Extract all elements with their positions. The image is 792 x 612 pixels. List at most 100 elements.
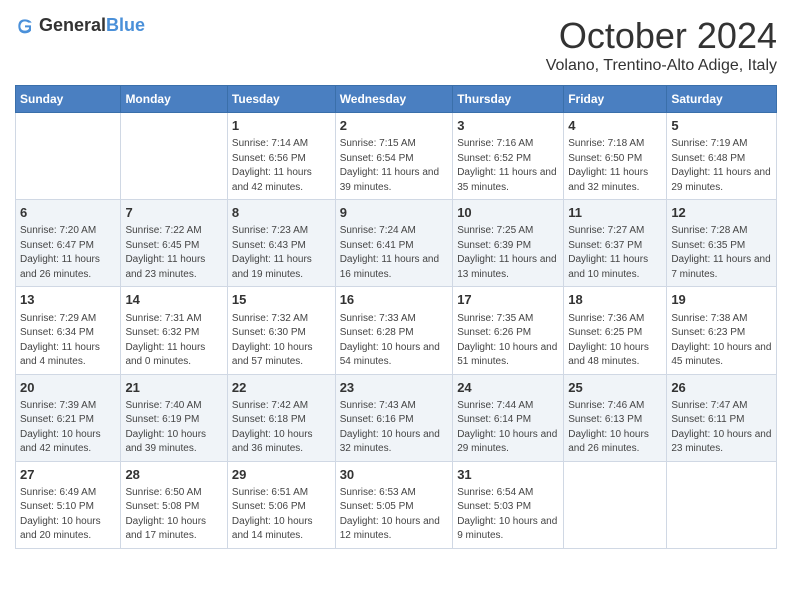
day-info: Sunrise: 7:38 AM Sunset: 6:23 PM Dayligh… (671, 312, 772, 370)
day-info: Sunrise: 7:23 AM Sunset: 6:43 PM Dayligh… (232, 224, 331, 282)
day-info: Sunrise: 7:46 AM Sunset: 6:13 PM Dayligh… (568, 399, 662, 457)
calendar-cell: 30 Sunrise: 6:53 AM Sunset: 5:05 PM Dayli… (335, 461, 453, 548)
calendar-cell: 20 Sunrise: 7:39 AM Sunset: 6:21 PM Dayli… (16, 374, 121, 461)
weekday-header-saturday: Saturday (667, 86, 777, 113)
day-info: Sunrise: 6:51 AM Sunset: 5:06 PM Dayligh… (232, 486, 331, 544)
day-info: Sunrise: 7:42 AM Sunset: 6:18 PM Dayligh… (232, 399, 331, 457)
calendar-cell (121, 113, 227, 200)
calendar-cell: 9Sunrise: 7:24 AM Sunset: 6:41 PM Daylig… (335, 200, 453, 287)
day-number: 2 (340, 117, 449, 135)
day-info: Sunrise: 7:29 AM Sunset: 6:34 PM Dayligh… (20, 312, 116, 370)
calendar-cell: 13 Sunrise: 7:29 AM Sunset: 6:34 PM Dayli… (16, 287, 121, 374)
calendar-cell: 21Sunrise: 7:40 AM Sunset: 6:19 PM Dayli… (121, 374, 227, 461)
calendar-cell: 10Sunrise: 7:25 AM Sunset: 6:39 PM Dayli… (453, 200, 564, 287)
day-info: Sunrise: 7:24 AM Sunset: 6:41 PM Dayligh… (340, 224, 449, 282)
calendar-cell: 8 Sunrise: 7:23 AM Sunset: 6:43 PM Daylig… (227, 200, 335, 287)
day-info: Sunrise: 6:53 AM Sunset: 5:05 PM Dayligh… (340, 486, 449, 544)
logo-text: GeneralBlue (39, 15, 145, 36)
day-info: Sunrise: 7:19 AM Sunset: 6:48 PM Dayligh… (671, 137, 772, 195)
day-number: 28 (125, 466, 222, 484)
calendar-cell: 31 Sunrise: 6:54 AM Sunset: 5:03 PM Dayli… (453, 461, 564, 548)
day-number: 5 (671, 117, 772, 135)
day-number: 27 (20, 466, 116, 484)
day-info: Sunrise: 7:44 AM Sunset: 6:14 PM Dayligh… (457, 399, 559, 457)
calendar-cell: 18Sunrise: 7:36 AM Sunset: 6:25 PM Dayli… (564, 287, 667, 374)
calendar-cell: 25 Sunrise: 7:46 AM Sunset: 6:13 PM Dayli… (564, 374, 667, 461)
day-number: 12 (671, 204, 772, 222)
day-number: 23 (340, 379, 449, 397)
logo: GeneralBlue (15, 15, 145, 36)
day-number: 14 (125, 291, 222, 309)
calendar-cell: 11 Sunrise: 7:27 AM Sunset: 6:37 PM Dayli… (564, 200, 667, 287)
calendar-cell: 12 Sunrise: 7:28 AM Sunset: 6:35 PM Dayli… (667, 200, 777, 287)
day-info: Sunrise: 7:22 AM Sunset: 6:45 PM Dayligh… (125, 224, 222, 282)
calendar-cell: 16 Sunrise: 7:33 AM Sunset: 6:28 PM Dayli… (335, 287, 453, 374)
calendar-week-row: 1 Sunrise: 7:14 AM Sunset: 6:56 PM Daylig… (16, 113, 777, 200)
day-info: Sunrise: 7:25 AM Sunset: 6:39 PM Dayligh… (457, 224, 559, 282)
day-number: 30 (340, 466, 449, 484)
day-info: Sunrise: 6:54 AM Sunset: 5:03 PM Dayligh… (457, 486, 559, 544)
calendar-cell: 26Sunrise: 7:47 AM Sunset: 6:11 PM Dayli… (667, 374, 777, 461)
calendar-week-row: 13 Sunrise: 7:29 AM Sunset: 6:34 PM Dayli… (16, 287, 777, 374)
logo-blue: Blue (106, 15, 145, 35)
weekday-header-sunday: Sunday (16, 86, 121, 113)
day-info: Sunrise: 7:20 AM Sunset: 6:47 PM Dayligh… (20, 224, 116, 282)
day-info: Sunrise: 7:15 AM Sunset: 6:54 PM Dayligh… (340, 137, 449, 195)
calendar-week-row: 20 Sunrise: 7:39 AM Sunset: 6:21 PM Dayli… (16, 374, 777, 461)
day-number: 8 (232, 204, 331, 222)
day-info: Sunrise: 7:43 AM Sunset: 6:16 PM Dayligh… (340, 399, 449, 457)
day-number: 24 (457, 379, 559, 397)
day-info: Sunrise: 7:18 AM Sunset: 6:50 PM Dayligh… (568, 137, 662, 195)
day-number: 25 (568, 379, 662, 397)
day-info: Sunrise: 7:27 AM Sunset: 6:37 PM Dayligh… (568, 224, 662, 282)
calendar-cell: 22 Sunrise: 7:42 AM Sunset: 6:18 PM Dayli… (227, 374, 335, 461)
day-info: Sunrise: 7:39 AM Sunset: 6:21 PM Dayligh… (20, 399, 116, 457)
day-number: 1 (232, 117, 331, 135)
calendar-cell: 29 Sunrise: 6:51 AM Sunset: 5:06 PM Dayli… (227, 461, 335, 548)
day-number: 19 (671, 291, 772, 309)
calendar-cell: 3 Sunrise: 7:16 AM Sunset: 6:52 PM Daylig… (453, 113, 564, 200)
day-info: Sunrise: 7:32 AM Sunset: 6:30 PM Dayligh… (232, 312, 331, 370)
day-info: Sunrise: 7:28 AM Sunset: 6:35 PM Dayligh… (671, 224, 772, 282)
calendar-cell: 7Sunrise: 7:22 AM Sunset: 6:45 PM Daylig… (121, 200, 227, 287)
day-info: Sunrise: 7:16 AM Sunset: 6:52 PM Dayligh… (457, 137, 559, 195)
weekday-header-tuesday: Tuesday (227, 86, 335, 113)
calendar-cell: 1 Sunrise: 7:14 AM Sunset: 6:56 PM Daylig… (227, 113, 335, 200)
day-number: 15 (232, 291, 331, 309)
day-number: 22 (232, 379, 331, 397)
day-number: 29 (232, 466, 331, 484)
calendar-cell: 5 Sunrise: 7:19 AM Sunset: 6:48 PM Daylig… (667, 113, 777, 200)
day-number: 3 (457, 117, 559, 135)
calendar-table: SundayMondayTuesdayWednesdayThursdayFrid… (15, 85, 777, 549)
calendar-cell: 4 Sunrise: 7:18 AM Sunset: 6:50 PM Daylig… (564, 113, 667, 200)
day-number: 16 (340, 291, 449, 309)
calendar-cell: 28Sunrise: 6:50 AM Sunset: 5:08 PM Dayli… (121, 461, 227, 548)
page-header: GeneralBlue October 2024 Volano, Trentin… (15, 15, 777, 75)
weekday-header-wednesday: Wednesday (335, 86, 453, 113)
day-number: 20 (20, 379, 116, 397)
weekday-header-monday: Monday (121, 86, 227, 113)
calendar-cell (564, 461, 667, 548)
calendar-cell: 14 Sunrise: 7:31 AM Sunset: 6:32 PM Dayli… (121, 287, 227, 374)
title-block: October 2024 Volano, Trentino-Alto Adige… (546, 15, 777, 75)
calendar-cell: 24 Sunrise: 7:44 AM Sunset: 6:14 PM Dayli… (453, 374, 564, 461)
day-number: 17 (457, 291, 559, 309)
day-number: 21 (125, 379, 222, 397)
day-number: 13 (20, 291, 116, 309)
logo-icon (15, 16, 35, 36)
day-info: Sunrise: 7:14 AM Sunset: 6:56 PM Dayligh… (232, 137, 331, 195)
calendar-cell: 17Sunrise: 7:35 AM Sunset: 6:26 PM Dayli… (453, 287, 564, 374)
day-info: Sunrise: 7:47 AM Sunset: 6:11 PM Dayligh… (671, 399, 772, 457)
day-number: 11 (568, 204, 662, 222)
day-info: Sunrise: 7:36 AM Sunset: 6:25 PM Dayligh… (568, 312, 662, 370)
day-info: Sunrise: 7:31 AM Sunset: 6:32 PM Dayligh… (125, 312, 222, 370)
logo-general: General (39, 15, 106, 35)
calendar-cell (667, 461, 777, 548)
day-number: 4 (568, 117, 662, 135)
calendar-week-row: 6Sunrise: 7:20 AM Sunset: 6:47 PM Daylig… (16, 200, 777, 287)
day-info: Sunrise: 7:33 AM Sunset: 6:28 PM Dayligh… (340, 312, 449, 370)
calendar-cell: 6Sunrise: 7:20 AM Sunset: 6:47 PM Daylig… (16, 200, 121, 287)
weekday-header-thursday: Thursday (453, 86, 564, 113)
day-number: 31 (457, 466, 559, 484)
location-title: Volano, Trentino-Alto Adige, Italy (546, 57, 777, 75)
